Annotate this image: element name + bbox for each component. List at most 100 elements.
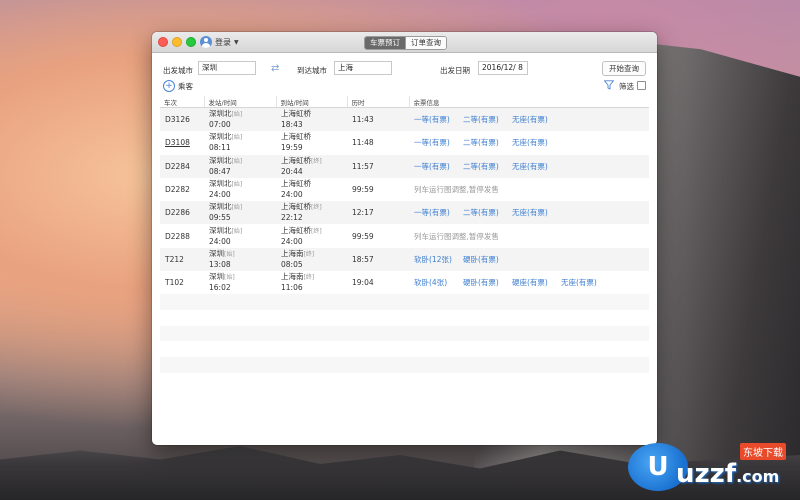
arrival-time: 19:59 <box>281 143 303 153</box>
arrival-time: 11:06 <box>281 283 303 293</box>
departure-time: 16:02 <box>209 283 231 293</box>
empty-row <box>160 373 649 389</box>
duration: 18:57 <box>352 254 374 264</box>
train-number[interactable]: T102 <box>165 278 184 287</box>
duration: 11:43 <box>352 115 374 125</box>
header-duration[interactable]: 历时 <box>347 96 410 108</box>
chevron-down-icon: ▼ <box>234 38 239 46</box>
seat-availability-link[interactable]: 软卧(4张) <box>414 277 463 288</box>
seat-availability-link[interactable]: 无座(有票) <box>512 161 561 172</box>
table-row[interactable]: D2286 深圳北[始] 09:55 上海虹桥[终] 22:12 12:17 一等(有票) 二… <box>160 201 649 225</box>
seat-availability-link[interactable]: 无座(有票) <box>512 114 561 125</box>
origin-tag: [始] <box>231 111 243 119</box>
user-avatar-icon <box>200 36 212 48</box>
origin-tag: [始] <box>231 134 243 142</box>
seat-availability-link[interactable]: 二等(有票) <box>463 161 512 172</box>
tab-order-query[interactable]: 订单查询 <box>405 37 446 49</box>
start-search-button[interactable]: 开始查询 <box>602 61 646 76</box>
arrival-station: 上海虹桥 <box>281 225 311 235</box>
origin-tag: [始] <box>231 157 243 165</box>
table-row[interactable]: D2282 深圳北[始] 24:00 上海虹桥 24:00 99:59 列车运行图调整,暂停… <box>160 178 649 201</box>
close-window-button[interactable] <box>158 37 168 47</box>
passenger-label[interactable]: 乘客 <box>178 81 193 92</box>
uzzf-brand-name: uzzf <box>676 459 737 489</box>
duration: 99:59 <box>352 231 374 241</box>
header-departure[interactable]: 发站/时间 <box>204 96 277 108</box>
filter-icon[interactable] <box>604 80 614 90</box>
to-city-input[interactable]: 上海 <box>334 61 392 75</box>
empty-row <box>160 294 649 311</box>
seat-availability-link[interactable]: 硬卧(有票) <box>463 254 512 265</box>
terminal-tag: [终] <box>303 274 315 282</box>
seat-availability-link[interactable]: 无座(有票) <box>512 137 561 148</box>
train-number[interactable]: D2286 <box>165 208 190 217</box>
train-number[interactable]: D2288 <box>165 232 190 241</box>
departure-date-input[interactable]: 2016/12/ 8 <box>478 61 528 75</box>
main-content: 出发城市 深圳 ⇄ 到达城市 上海 出发日期 2016/12/ 8 开始查询 +… <box>152 53 657 389</box>
seat-availability-link[interactable]: 无座(有票) <box>512 207 561 218</box>
departure-time: 07:00 <box>209 120 231 130</box>
arrival-time: 24:00 <box>281 236 303 246</box>
arrival-station: 上海虹桥 <box>281 202 311 212</box>
train-number[interactable]: D2284 <box>165 162 190 171</box>
minimize-window-button[interactable] <box>172 37 182 47</box>
header-tickets[interactable]: 余票信息 <box>409 96 649 108</box>
table-row[interactable]: D3126 深圳北[始] 07:00 上海虹桥 18:43 11:43 一等(有票) 二等(有… <box>160 107 649 132</box>
zoom-window-button[interactable] <box>186 37 196 47</box>
terminal-tag: [终] <box>311 227 322 235</box>
origin-tag: [始] <box>224 274 235 282</box>
train-number[interactable]: D3126 <box>165 115 190 124</box>
login-menu[interactable]: 登录 ▼ <box>200 35 239 49</box>
table-row[interactable]: D2284 深圳北[始] 08:47 上海虹桥[终] 20:44 11:57 一等(有票) 二… <box>160 154 649 178</box>
departure-station: 深圳 <box>209 248 224 258</box>
train-number[interactable]: D3108 <box>165 138 190 147</box>
seat-availability-link[interactable]: 一等(有票) <box>414 207 463 218</box>
seat-availability-link[interactable]: 软卧(12张) <box>414 254 463 265</box>
departure-time: 24:00 <box>209 236 231 246</box>
seat-availability-link[interactable]: 硬卧(有票) <box>463 277 512 288</box>
app-window: 登录 ▼ 车票预订 订单查询 出发城市 深圳 ⇄ 到达城市 上海 出发日期 20… <box>152 32 657 445</box>
duration: 12:17 <box>352 208 374 218</box>
seat-availability-link[interactable]: 二等(有票) <box>463 207 512 218</box>
tab-ticket-booking[interactable]: 车票预订 <box>365 37 405 49</box>
duration: 99:59 <box>352 185 374 195</box>
departure-time: 08:47 <box>209 166 231 176</box>
uzzf-brand-suffix: .com <box>736 467 780 486</box>
duration: 11:57 <box>352 161 374 171</box>
seat-availability-link[interactable]: 二等(有票) <box>463 137 512 148</box>
header-train[interactable]: 车次 <box>160 96 205 108</box>
departure-date-label: 出发日期 <box>440 66 470 75</box>
seat-availability-link[interactable]: 无座(有票) <box>561 277 610 288</box>
sale-notice: 列车运行图调整,暂停发售 <box>414 185 499 195</box>
seat-availability-link[interactable]: 一等(有票) <box>414 161 463 172</box>
arrival-station: 上海虹桥 <box>281 109 311 119</box>
departure-station: 深圳北 <box>209 202 232 212</box>
arrival-time: 24:00 <box>281 190 303 200</box>
duration: 19:04 <box>352 278 374 288</box>
table-row[interactable]: D2288 深圳北[始] 24:00 上海虹桥[终] 24:00 99:59 列车运行图调整… <box>160 224 649 247</box>
table-row[interactable]: D3108 深圳北[始] 08:11 上海虹桥 19:59 11:48 一等(有票) 二等(有… <box>160 131 649 154</box>
table-row[interactable]: T102 深圳[始] 16:02 上海南[终] 11:06 19:04 软卧(4张) 硬卧(有… <box>160 271 649 294</box>
seat-availability-link[interactable]: 一等(有票) <box>414 114 463 125</box>
uzzf-tagline: 东坡下载 <box>740 443 786 460</box>
train-number[interactable]: T212 <box>165 255 184 264</box>
add-passenger-icon[interactable]: + <box>163 80 175 92</box>
uzzf-watermark: U uzzf.com 东坡下载 <box>624 437 796 495</box>
seat-availability-link[interactable]: 硬座(有票) <box>512 277 561 288</box>
terminal-tag: [终] <box>311 204 322 212</box>
header-arrival[interactable]: 到站/时间 <box>276 96 348 108</box>
table-row[interactable]: T212 深圳[始] 13:08 上海南[终] 08:05 18:57 软卧(12张) 硬卧(… <box>160 247 649 272</box>
arrival-time: 08:05 <box>281 259 303 269</box>
arrival-time: 20:44 <box>281 166 303 176</box>
from-city-input[interactable]: 深圳 <box>198 61 256 75</box>
swap-cities-icon[interactable]: ⇄ <box>271 63 279 74</box>
train-number[interactable]: D2282 <box>165 185 190 194</box>
departure-station: 深圳北 <box>209 179 232 189</box>
arrival-station: 上海南 <box>281 248 304 258</box>
passenger-filter-row: + 乘客 筛选 <box>152 80 657 96</box>
search-form: 出发城市 深圳 ⇄ 到达城市 上海 出发日期 2016/12/ 8 开始查询 <box>152 53 657 80</box>
filter-checkbox[interactable] <box>637 81 646 90</box>
departure-time: 08:11 <box>209 143 231 153</box>
seat-availability-link[interactable]: 一等(有票) <box>414 137 463 148</box>
seat-availability-link[interactable]: 二等(有票) <box>463 114 512 125</box>
